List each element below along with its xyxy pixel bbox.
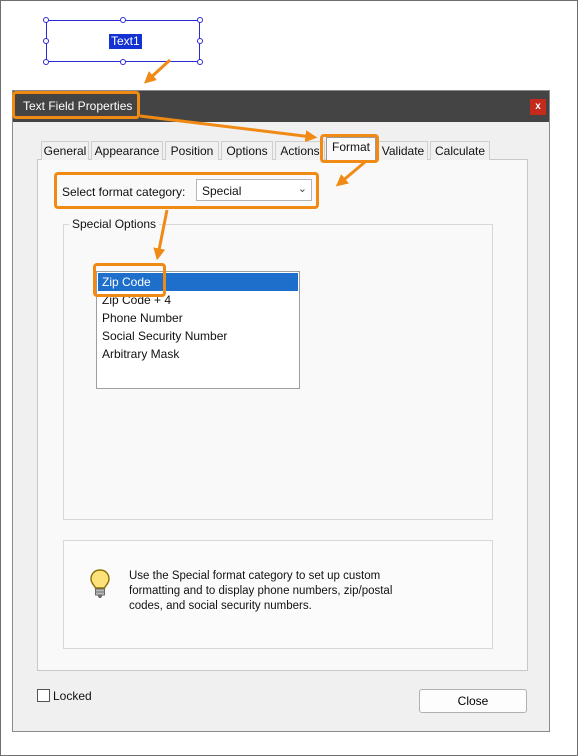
- callout-arrows: [139, 58, 366, 261]
- arrow-tab-to-category: [335, 160, 366, 187]
- arrow-title-to-format-tab: [139, 114, 318, 143]
- arrow-field-to-dialog: [144, 58, 172, 84]
- arrow-category-to-zip: [153, 209, 169, 261]
